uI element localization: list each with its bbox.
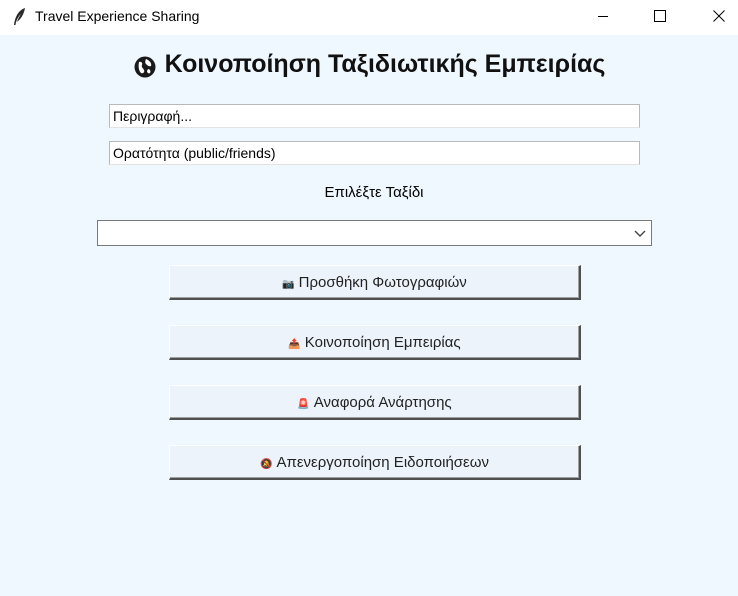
page-title-text: Κοινοποίηση Ταξιδιωτικής Εμπειρίας	[164, 50, 606, 78]
window-title: Travel Experience Sharing	[35, 8, 200, 24]
trip-select-label: Επιλέξτε Ταξίδι	[324, 184, 424, 201]
feather-icon	[14, 8, 25, 25]
report-icon: 🚨	[297, 398, 310, 410]
close-icon	[713, 10, 725, 22]
report-post-label: Αναφορά Ανάρτησης	[313, 393, 452, 411]
share-icon: 📤	[288, 338, 301, 350]
description-input[interactable]	[109, 104, 640, 128]
visibility-input[interactable]	[109, 141, 640, 165]
minimize-button[interactable]	[580, 0, 626, 32]
report-post-button[interactable]: 🚨 Αναφορά Ανάρτησης	[169, 385, 581, 420]
app-window: Travel Experience Sharing Κοινοποίηση Τα…	[0, 0, 738, 596]
trip-select[interactable]	[97, 220, 652, 246]
title-bar: Travel Experience Sharing	[0, 0, 738, 35]
disable-notifications-button[interactable]: 🔕 Απενεργοποίηση Ειδοποιήσεων	[169, 445, 581, 480]
maximize-button[interactable]	[637, 0, 683, 32]
minimize-icon	[598, 16, 608, 17]
mute-icon: 🔕	[260, 458, 273, 470]
globe-icon	[134, 56, 156, 77]
close-button[interactable]	[696, 0, 738, 32]
add-photos-label: Προσθήκη Φωτογραφιών	[298, 273, 467, 291]
share-experience-label: Κοινοποίηση Εμπειρίας	[304, 333, 461, 351]
disable-notifications-label: Απενεργοποίηση Ειδοποιήσεων	[276, 453, 489, 471]
chevron-down-icon[interactable]	[633, 226, 647, 240]
camera-icon: 📷	[282, 278, 295, 290]
maximize-icon	[654, 10, 666, 22]
share-experience-button[interactable]: 📤 Κοινοποίηση Εμπειρίας	[169, 325, 581, 360]
add-photos-button[interactable]: 📷 Προσθήκη Φωτογραφιών	[169, 265, 581, 300]
page-title: Κοινοποίηση Ταξιδιωτικής Εμπειρίας	[0, 50, 738, 79]
